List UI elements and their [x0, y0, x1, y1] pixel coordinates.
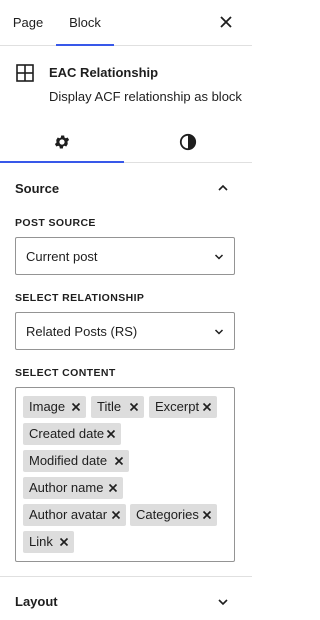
tab-block[interactable]: Block — [56, 0, 114, 46]
block-card: EAC Relationship Display ACF relationshi… — [0, 47, 252, 121]
inspector-tabs: Page Block — [0, 0, 252, 46]
token-link: Link — [23, 531, 74, 553]
tab-styles[interactable] — [124, 121, 252, 163]
content-token-field[interactable]: Image Title Excerpt Created date Modifie… — [15, 387, 235, 562]
post-source-value: Current post — [26, 249, 98, 264]
remove-token-icon[interactable] — [202, 510, 212, 520]
remove-token-icon[interactable] — [108, 483, 118, 493]
token-excerpt: Excerpt — [149, 396, 217, 418]
token-categories: Categories — [130, 504, 217, 526]
remove-token-icon[interactable] — [71, 402, 81, 412]
token-image: Image — [23, 396, 86, 418]
remove-token-icon[interactable] — [202, 402, 212, 412]
relationship-value: Related Posts (RS) — [26, 324, 138, 339]
layout-panel-title: Layout — [15, 594, 58, 609]
token-title: Title — [91, 396, 144, 418]
grid-block-icon — [16, 64, 34, 82]
block-subtabs — [0, 121, 252, 163]
post-source-select[interactable]: Current post — [15, 237, 235, 275]
source-panel-title: Source — [15, 181, 60, 196]
chevron-down-icon — [214, 329, 224, 335]
token-author-avatar: Author avatar — [23, 504, 126, 526]
relationship-select[interactable]: Related Posts (RS) — [15, 312, 235, 350]
block-description: Display ACF relationship as block — [49, 89, 242, 104]
close-icon[interactable] — [218, 14, 234, 30]
tab-page[interactable]: Page — [0, 0, 56, 46]
block-title: EAC Relationship — [49, 65, 159, 80]
layout-panel-header[interactable]: Layout — [0, 577, 252, 620]
post-source-label: POST SOURCE — [15, 217, 96, 229]
chevron-down-icon — [218, 599, 228, 606]
chevron-up-icon — [218, 184, 228, 191]
tab-settings[interactable] — [0, 121, 124, 163]
gear-icon — [54, 135, 70, 149]
remove-token-icon[interactable] — [111, 510, 121, 520]
chevron-down-icon — [214, 254, 224, 260]
token-author-name: Author name — [23, 477, 123, 499]
remove-token-icon[interactable] — [59, 537, 69, 547]
remove-token-icon[interactable] — [114, 456, 124, 466]
token-created-date: Created date — [23, 423, 121, 445]
token-modified-date: Modified date — [23, 450, 129, 472]
remove-token-icon[interactable] — [129, 402, 139, 412]
source-panel-header[interactable]: Source — [0, 164, 252, 212]
remove-token-icon[interactable] — [106, 429, 116, 439]
relationship-label: SELECT RELATIONSHIP — [15, 292, 145, 304]
contrast-icon — [179, 133, 197, 151]
content-label: SELECT CONTENT — [15, 367, 116, 379]
